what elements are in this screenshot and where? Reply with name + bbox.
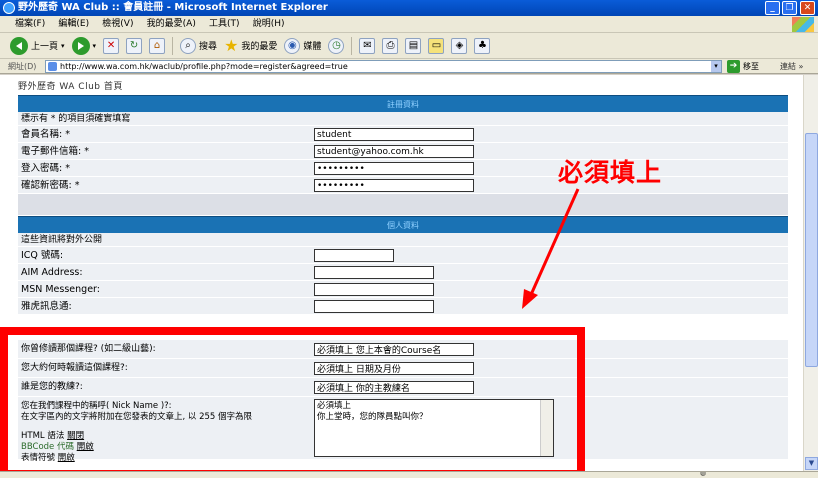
go-label: 移至: [743, 62, 759, 71]
mail-icon[interactable]: ✉: [359, 37, 376, 54]
msn-input[interactable]: [314, 283, 434, 296]
links-button[interactable]: 連結 »: [780, 61, 803, 72]
section-header-profile: 個人資料: [18, 216, 788, 233]
favorites-button[interactable]: ★ 我的最愛: [224, 36, 277, 55]
back-label: 上一頁: [31, 42, 59, 52]
username-input[interactable]: [314, 128, 474, 141]
links-label: 連結: [780, 62, 796, 71]
forward-arrow-icon: [71, 36, 90, 55]
yahoo-label: 雅虎訊息通:: [21, 301, 72, 312]
menu-help[interactable]: 說明(H): [248, 16, 290, 33]
field-row-email: 電子郵件信箱: *: [18, 143, 788, 160]
address-bar: 網址(D) http://www.wa.com.hk/waclub/profil…: [0, 59, 818, 74]
media-icon: ◉: [284, 37, 301, 54]
research-icon[interactable]: ◈: [451, 37, 468, 54]
icq-label: ICQ 號碼:: [21, 250, 64, 261]
chevron-down-icon: ▾: [61, 41, 65, 50]
search-label: 搜尋: [199, 42, 218, 52]
address-dropdown-icon[interactable]: ▾: [711, 61, 721, 72]
section-header-registration: 註冊資料: [18, 95, 788, 112]
toolbar: 上一頁 ▾ ▾ ✕ ↻ ⌂ ⌕ 搜尋 ★ 我的最愛 ◉ 媒體 ◷ ✉ ⎙ ▤ ▭…: [0, 33, 818, 59]
discuss-icon[interactable]: ▭: [428, 37, 445, 54]
title-bar: 野外歷奇 WA Club :: 會員註冊 - Microsoft Interne…: [0, 0, 818, 16]
annotation-text: 必須填上: [558, 158, 663, 187]
favorites-label: 我的最愛: [241, 42, 278, 52]
page-icon: [48, 62, 57, 71]
confirm-password-label: 確認新密碼: *: [21, 180, 80, 191]
print-icon[interactable]: ⎙: [382, 37, 399, 54]
stop-icon[interactable]: ✕: [103, 37, 120, 54]
field-row-msn: MSN Messenger:: [18, 281, 788, 298]
msn-label: MSN Messenger:: [21, 284, 100, 295]
registration-form: 註冊資料 標示有 * 的項目須確實填寫 會員名稱: * 電子郵件信箱: * 登入…: [18, 95, 788, 315]
field-row-password: 登入密碼: *: [18, 160, 788, 177]
scroll-down-icon[interactable]: ▼: [805, 457, 818, 470]
highlight-box: [0, 327, 585, 478]
address-input[interactable]: http://www.wa.com.hk/waclub/profile.php?…: [45, 60, 722, 73]
home-icon[interactable]: ⌂: [149, 37, 166, 54]
window-title: 野外歷奇 WA Club :: 會員註冊 - Microsoft Interne…: [18, 2, 328, 13]
confirm-password-input[interactable]: [314, 179, 474, 192]
menu-favorites[interactable]: 我的最愛(A): [142, 16, 201, 33]
password-label: 登入密碼: *: [21, 163, 70, 174]
menu-tools[interactable]: 工具(T): [204, 16, 245, 33]
annotation-arrow-icon: [522, 188, 580, 309]
messenger-icon[interactable]: ♣: [474, 37, 491, 54]
status-bar: ◍: [0, 471, 818, 478]
star-icon: ★: [224, 36, 239, 55]
search-icon: ⌕: [180, 37, 197, 54]
close-button[interactable]: ✕: [800, 1, 815, 15]
field-row-yahoo: 雅虎訊息通:: [18, 298, 788, 315]
email-input[interactable]: [314, 145, 474, 158]
menu-view[interactable]: 檢視(V): [97, 16, 138, 33]
media-button[interactable]: ◉ 媒體: [284, 37, 322, 54]
media-label: 媒體: [303, 42, 322, 52]
go-button[interactable]: ➔ 移至: [727, 60, 771, 73]
menu-file[interactable]: 檔案(F): [10, 16, 50, 33]
menu-edit[interactable]: 編輯(E): [53, 16, 94, 33]
public-note: 這些資訊將對外公開: [18, 233, 788, 247]
status-zone: ◍: [700, 471, 707, 477]
email-label: 電子郵件信箱: *: [21, 146, 89, 157]
field-row-confirm-password: 確認新密碼: *: [18, 177, 788, 194]
icq-input[interactable]: [314, 249, 394, 262]
required-note: 標示有 * 的項目須確實填寫: [18, 112, 788, 126]
aim-label: AIM Address:: [21, 267, 83, 278]
password-input[interactable]: [314, 162, 474, 175]
site-home-link[interactable]: 野外歷奇 WA Club 首頁: [18, 79, 123, 92]
username-label: 會員名稱: *: [21, 129, 70, 140]
history-icon[interactable]: ◷: [328, 37, 345, 54]
scrollbar-thumb[interactable]: [805, 133, 818, 367]
edit-icon[interactable]: ▤: [405, 37, 422, 54]
maximize-button[interactable]: ❐: [782, 1, 797, 15]
refresh-icon[interactable]: ↻: [126, 37, 143, 54]
minimize-button[interactable]: _: [765, 1, 780, 15]
page-scrollbar[interactable]: ▼: [803, 75, 818, 471]
yahoo-input[interactable]: [314, 300, 434, 313]
ie-icon: [3, 2, 15, 14]
menu-bar: 檔案(F) 編輯(E) 檢視(V) 我的最愛(A) 工具(T) 說明(H): [0, 16, 818, 33]
go-arrow-icon: ➔: [727, 60, 740, 73]
chevron-down-icon: ▾: [92, 41, 97, 50]
toolbar-separator: [351, 36, 353, 55]
section-spacer: [18, 194, 788, 216]
windows-logo-icon: [792, 17, 814, 32]
field-row-username: 會員名稱: *: [18, 126, 788, 143]
forward-button[interactable]: ▾: [71, 36, 97, 55]
aim-input[interactable]: [314, 266, 434, 279]
back-button[interactable]: 上一頁 ▾: [10, 36, 65, 55]
field-row-aim: AIM Address:: [18, 264, 788, 281]
address-label: 網址(D): [8, 62, 37, 71]
back-arrow-icon: [10, 36, 28, 55]
address-url: http://www.wa.com.hk/waclub/profile.php?…: [60, 62, 348, 71]
toolbar-separator: [172, 36, 174, 55]
field-row-icq: ICQ 號碼:: [18, 247, 788, 264]
search-button[interactable]: ⌕ 搜尋: [180, 37, 218, 54]
